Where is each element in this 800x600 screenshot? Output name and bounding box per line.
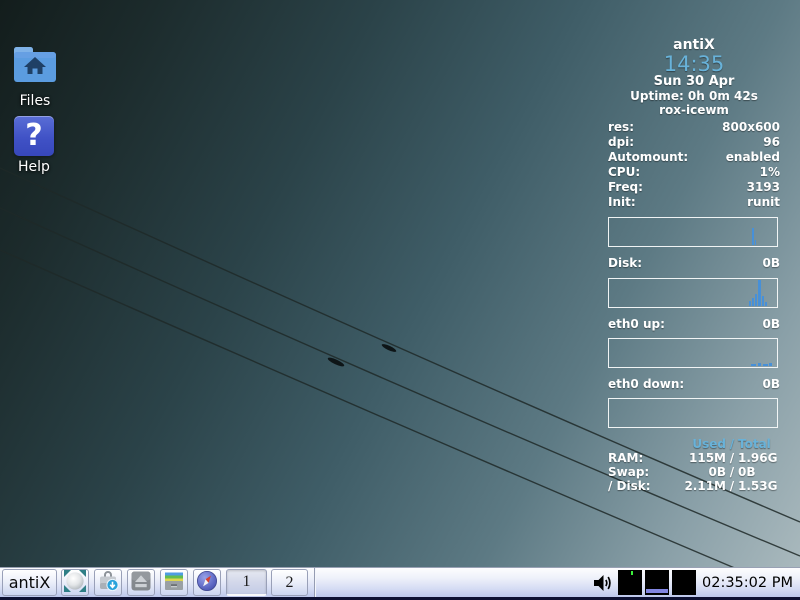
question-mark-icon: ?	[14, 116, 54, 156]
workspace-2-button[interactable]: 2	[271, 569, 308, 596]
conky-clock: 14:35	[608, 53, 780, 75]
conky-info-row: Freq:3193	[608, 180, 780, 195]
conky-info-row: Automount:enabled	[608, 150, 780, 165]
conky-uptime: Uptime: 0h 0m 42s	[608, 89, 780, 103]
package-installer-button[interactable]	[94, 569, 122, 596]
file-manager-button[interactable]	[160, 569, 188, 596]
conky-title: antiX	[608, 38, 780, 53]
conky-system-monitor: antiX 14:35 Sun 30 Apr Uptime: 0h 0m 42s…	[608, 38, 780, 493]
memory-monitor-applet[interactable]	[672, 570, 696, 595]
network-activity-bar	[646, 589, 668, 593]
conky-date: Sun 30 Apr	[608, 75, 780, 89]
conky-swap-row: Swap: 0B / 0B	[608, 465, 780, 479]
desktop-wallpaper: Files ? Help antiX 14:35 Sun 30 Apr Upti…	[0, 0, 800, 600]
taskbar-separator	[314, 568, 315, 597]
cpu-activity-tick	[631, 571, 633, 575]
cpu-usage-graph	[608, 217, 778, 247]
volume-speaker-icon[interactable]	[591, 571, 615, 595]
conky-info-row: Init:runit	[608, 195, 780, 210]
workspace-1-button[interactable]: 1	[226, 569, 267, 596]
web-browser-button[interactable]	[193, 569, 221, 596]
conky-rootdisk-row: / Disk: 2.11M / 1.53G	[608, 479, 780, 493]
home-folder-icon	[12, 44, 58, 90]
desktop-icon-help[interactable]: ? Help	[0, 116, 69, 175]
conky-eth0-up-row: eth0 up:0B	[608, 317, 780, 332]
eject-icon	[129, 569, 153, 597]
conky-disk-row: Disk:0B	[608, 256, 780, 271]
unmount-eject-button[interactable]	[127, 569, 155, 596]
eth0-down-graph	[608, 398, 778, 428]
antix-menu-button[interactable]: antiX	[2, 569, 57, 596]
cpu-monitor-applet[interactable]	[618, 570, 642, 595]
conky-wm: rox-icewm	[608, 103, 780, 117]
file-cabinet-icon	[162, 569, 186, 597]
show-desktop-button[interactable]	[61, 569, 89, 596]
desktop-icon-files[interactable]: Files	[0, 44, 70, 109]
conky-info-row: res:800x600	[608, 120, 780, 135]
conky-ram-row: RAM: 115M / 1.96G	[608, 451, 780, 465]
desktop-icon-label: Help	[0, 159, 69, 175]
bag-download-icon	[96, 569, 120, 597]
conky-eth0-down-row: eth0 down:0B	[608, 377, 780, 392]
conky-info-row: CPU:1%	[608, 165, 780, 180]
network-monitor-applet[interactable]	[645, 570, 669, 595]
taskbar: antiX	[0, 567, 800, 600]
desktop-icon-label: Files	[0, 93, 70, 109]
sphere-with-corners-icon	[63, 569, 87, 597]
compass-icon	[195, 569, 219, 597]
conky-info-row: dpi:96	[608, 135, 780, 150]
eth0-up-graph	[608, 338, 778, 368]
taskbar-clock[interactable]: 02:35:02 PM	[699, 575, 797, 591]
disk-io-graph	[608, 278, 778, 308]
conky-usage-header: Used / Total	[608, 437, 780, 451]
